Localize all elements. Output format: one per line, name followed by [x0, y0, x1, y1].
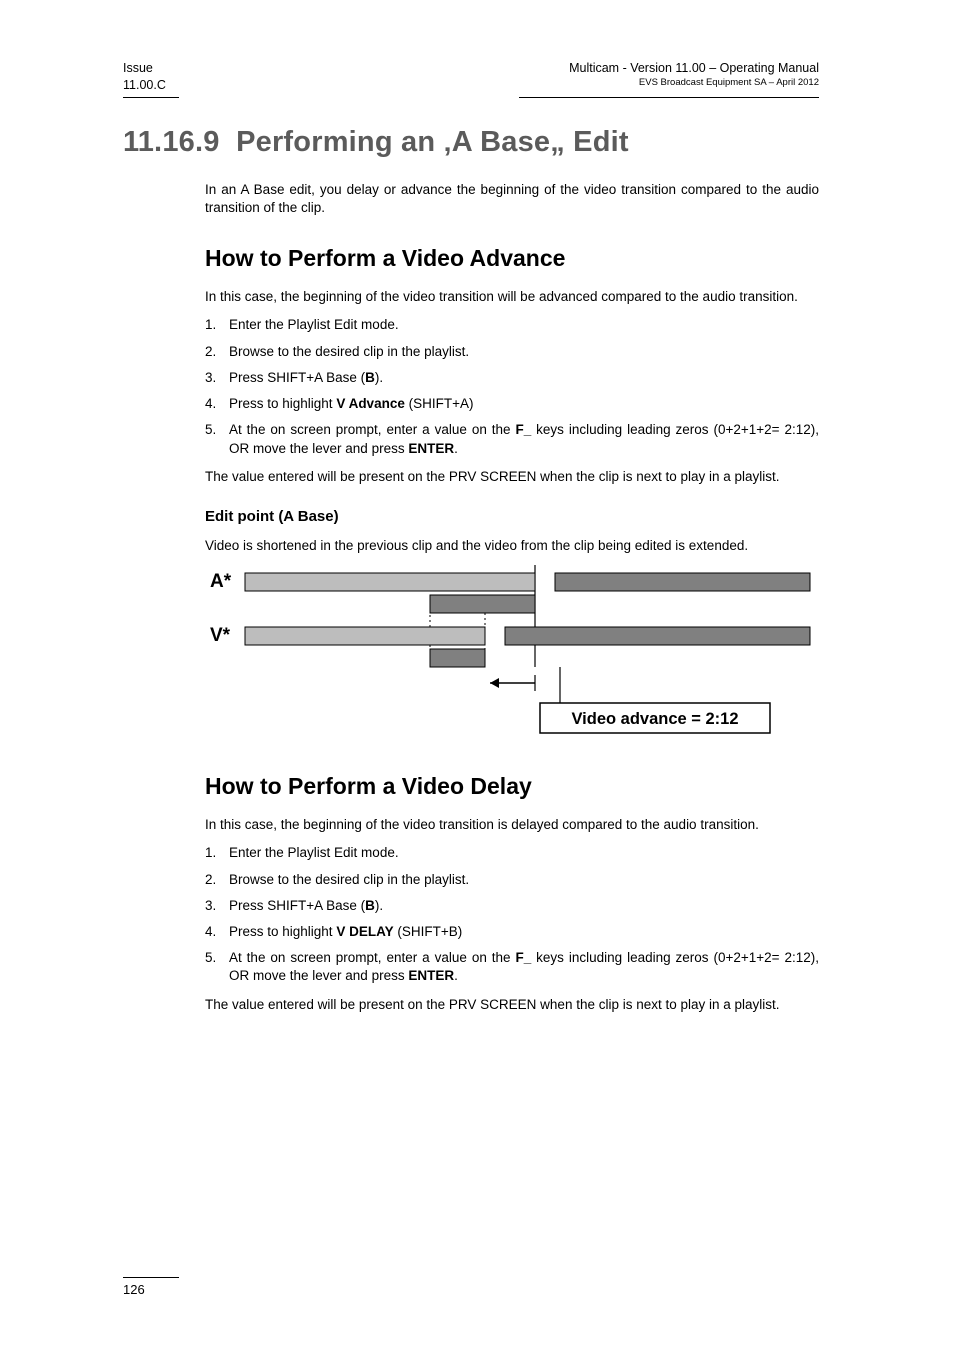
editpoint-text: Video is shortened in the previous clip …	[205, 537, 819, 555]
step-text: Press SHIFT+A Base (	[229, 370, 365, 385]
step-number: 5.	[205, 421, 216, 439]
step-text: Browse to the desired clip in the playli…	[229, 344, 469, 359]
intro-paragraph: In an A Base edit, you delay or advance …	[205, 181, 819, 217]
step-number: 5.	[205, 949, 216, 967]
page-header: Issue 11.00.C Multicam - Version 11.00 –…	[123, 60, 819, 94]
header-rule-left	[123, 97, 179, 98]
step-number: 1.	[205, 844, 216, 862]
diagram-a-label: A*	[210, 571, 232, 592]
diagram-caption: Video advance = 2:12	[571, 710, 738, 728]
header-left: Issue 11.00.C	[123, 60, 166, 94]
step-number: 4.	[205, 923, 216, 941]
step-text-post2: .	[454, 968, 458, 983]
advance-step-4: 4. Press to highlight V Advance (SHIFT+A)	[205, 395, 819, 413]
advance-step-1: 1. Enter the Playlist Edit mode.	[205, 316, 819, 334]
step-text: Press SHIFT+A Base (	[229, 898, 365, 913]
delay-step-2: 2. Browse to the desired clip in the play…	[205, 871, 819, 889]
step-bold2: ENTER	[408, 968, 454, 983]
header-rules	[123, 97, 819, 98]
video-advance-diagram: A* V* Video advance =	[205, 565, 819, 745]
advance-step-3: 3. Press SHIFT+A Base (B).	[205, 369, 819, 387]
section-heading: 11.16.9 Performing an ‚A Base„ Edit	[123, 126, 819, 159]
step-bold: V DELAY	[336, 924, 393, 939]
step-text: At the on screen prompt, enter a value o…	[229, 422, 515, 437]
step-text-post2: .	[454, 441, 458, 456]
step-text-post: (SHIFT+A)	[405, 396, 474, 411]
step-text: Press to highlight	[229, 396, 336, 411]
header-issue-label: Issue	[123, 60, 166, 77]
step-bold: V Advance	[336, 396, 405, 411]
section-number: 11.16.9	[123, 126, 220, 158]
advance-step-2: 2. Browse to the desired clip in the play…	[205, 343, 819, 361]
step-bold: B	[365, 898, 375, 913]
step-text-post: (SHIFT+B)	[394, 924, 463, 939]
step-text: Browse to the desired clip in the playli…	[229, 872, 469, 887]
footer-rule	[123, 1277, 179, 1278]
advance-heading: How to Perform a Video Advance	[205, 245, 819, 272]
step-text: Enter the Playlist Edit mode.	[229, 845, 399, 860]
advance-steps: 1. Enter the Playlist Edit mode. 2. Browse…	[205, 316, 819, 457]
step-bold: B	[365, 370, 375, 385]
advance-outro: The value entered will be present on the…	[205, 468, 819, 486]
step-number: 3.	[205, 897, 216, 915]
step-bold2: ENTER	[408, 441, 454, 456]
delay-step-4: 4. Press to highlight V DELAY (SHIFT+B)	[205, 923, 819, 941]
editpoint-heading: Edit point (A Base)	[205, 508, 819, 525]
step-number: 4.	[205, 395, 216, 413]
step-bold: F_	[515, 950, 531, 965]
step-text: Press to highlight	[229, 924, 336, 939]
body: In an A Base edit, you delay or advance …	[205, 181, 819, 1014]
delay-step-5: 5. At the on screen prompt, enter a value…	[205, 949, 819, 985]
advance-intro: In this case, the beginning of the video…	[205, 288, 819, 306]
diagram-v-label: V*	[210, 625, 231, 646]
header-rule-right	[519, 97, 819, 98]
step-text-post: ).	[375, 370, 383, 385]
delay-outro: The value entered will be present on the…	[205, 996, 819, 1014]
step-text-post: ).	[375, 898, 383, 913]
header-product: Multicam - Version 11.00 – Operating Man…	[569, 60, 819, 77]
diagram-svg: A* V* Video advance =	[205, 565, 815, 740]
step-number: 2.	[205, 871, 216, 889]
document-page: Issue 11.00.C Multicam - Version 11.00 –…	[0, 0, 954, 1349]
page-number: 126	[123, 1282, 145, 1297]
delay-heading: How to Perform a Video Delay	[205, 773, 819, 800]
delay-intro: In this case, the beginning of the video…	[205, 816, 819, 834]
advance-step-5: 5. At the on screen prompt, enter a value…	[205, 421, 819, 457]
header-issue-value: 11.00.C	[123, 77, 166, 94]
delay-step-1: 1. Enter the Playlist Edit mode.	[205, 844, 819, 862]
delay-steps: 1. Enter the Playlist Edit mode. 2. Browse…	[205, 844, 819, 985]
step-text: Enter the Playlist Edit mode.	[229, 317, 399, 332]
header-right: Multicam - Version 11.00 – Operating Man…	[569, 60, 819, 94]
section-title: Performing an ‚A Base„ Edit	[236, 126, 629, 158]
step-text: At the on screen prompt, enter a value o…	[229, 950, 515, 965]
step-number: 2.	[205, 343, 216, 361]
delay-step-3: 3. Press SHIFT+A Base (B).	[205, 897, 819, 915]
step-number: 1.	[205, 316, 216, 334]
header-company: EVS Broadcast Equipment SA – April 2012	[569, 77, 819, 90]
step-number: 3.	[205, 369, 216, 387]
step-bold: F_	[515, 422, 531, 437]
